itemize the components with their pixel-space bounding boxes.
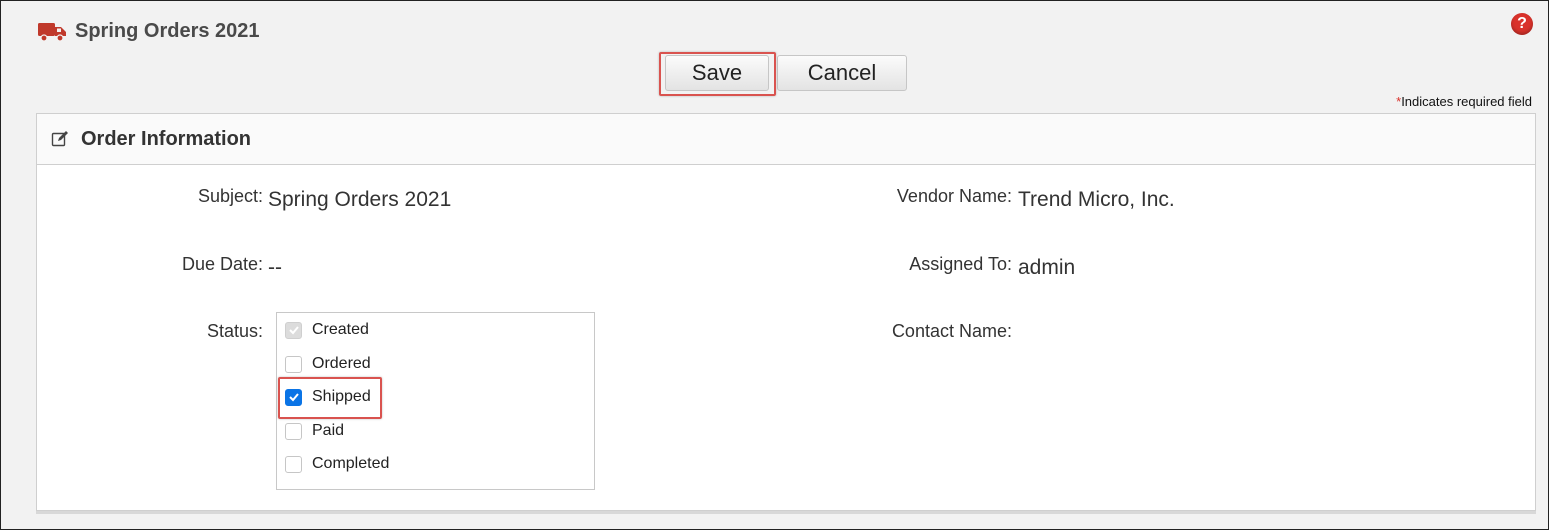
checkbox-completed[interactable] xyxy=(285,455,302,473)
window-frame: Spring Orders 2021 ? Save Cancel *Indica… xyxy=(0,0,1549,530)
vendor-name-label: Vendor Name: xyxy=(896,186,1012,206)
status-label: Status: xyxy=(206,321,263,341)
checkbox-created xyxy=(285,321,302,339)
status-option-completed[interactable]: Completed xyxy=(285,453,389,475)
checkbox-paid[interactable] xyxy=(285,422,302,440)
status-option-label: Completed xyxy=(312,455,390,472)
checkbox-ordered[interactable] xyxy=(285,355,302,373)
status-option-ordered[interactable]: Ordered xyxy=(285,353,371,375)
page-header: Spring Orders 2021 xyxy=(37,15,260,47)
panel-title: Order Information xyxy=(81,127,252,150)
subject-label: Subject: xyxy=(197,186,263,206)
cancel-button[interactable]: Cancel xyxy=(777,55,907,91)
truck-icon xyxy=(38,23,66,42)
status-option-created: Created xyxy=(285,319,369,341)
status-option-paid[interactable]: Paid xyxy=(285,420,344,442)
due-date-label: Due Date: xyxy=(181,254,263,274)
order-information-panel: Order Information Subject: Spring Orders… xyxy=(36,113,1536,511)
shipped-highlight-box xyxy=(278,377,382,419)
edit-icon xyxy=(51,131,68,147)
status-checkbox-list: Created Ordered Shipped Paid Completed xyxy=(276,312,595,490)
panel-header: Order Information xyxy=(37,114,1535,165)
assigned-to-label: Assigned To: xyxy=(909,254,1012,274)
assigned-to-value: admin xyxy=(1018,256,1076,279)
save-highlight-box xyxy=(659,52,776,96)
help-glyph: ? xyxy=(1517,15,1527,32)
status-option-label: Created xyxy=(312,321,369,338)
required-field-note: *Indicates required field xyxy=(1396,94,1532,109)
contact-name-label: Contact Name: xyxy=(891,321,1012,341)
required-note-text: Indicates required field xyxy=(1401,94,1532,109)
vendor-name-value: Trend Micro, Inc. xyxy=(1018,188,1175,211)
panel-bottom-divider xyxy=(36,511,1536,514)
status-option-label: Paid xyxy=(312,422,345,439)
status-option-label: Ordered xyxy=(312,355,371,372)
subject-value: Spring Orders 2021 xyxy=(268,188,452,211)
page-title: Spring Orders 2021 xyxy=(75,19,260,42)
help-icon[interactable]: ? xyxy=(1511,13,1533,35)
check-icon xyxy=(288,326,299,335)
due-date-value: -- xyxy=(268,256,282,279)
